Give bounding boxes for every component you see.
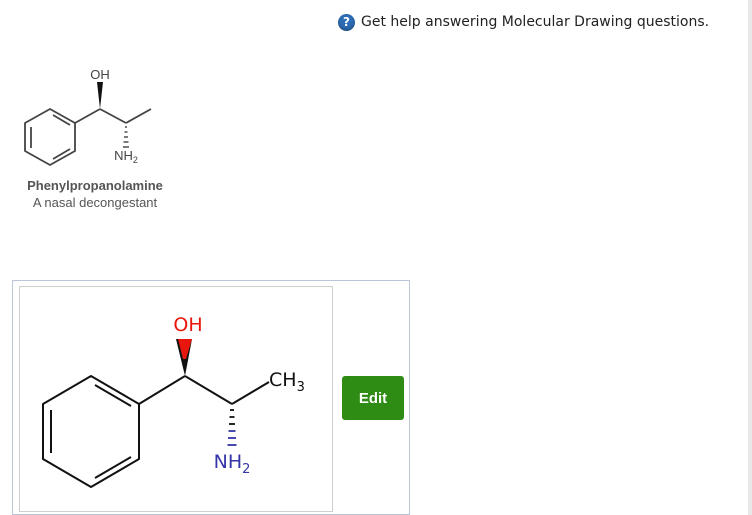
question-circle-icon: ? <box>338 13 355 31</box>
scrollbar[interactable] <box>748 0 752 515</box>
hash-bond-nh2 <box>227 409 237 446</box>
help-link[interactable]: ? Get help answering Molecular Drawing q… <box>338 12 709 32</box>
benzene-ring <box>42 375 140 488</box>
ref-benzene-ring <box>24 108 76 166</box>
reference-caption: Phenylpropanolamine A nasal decongestant <box>10 178 180 210</box>
ref-wedge-bond <box>97 82 103 109</box>
drawing-canvas[interactable]: OH CH3 NH2 <box>19 286 333 512</box>
ref-nh2-label: NH2 <box>114 148 138 165</box>
ref-oh-label: OH <box>90 67 110 82</box>
molecule-drawing-panel: OH CH3 NH2 Edit <box>12 280 410 515</box>
molecule-description: A nasal decongestant <box>32 195 158 210</box>
ch3-label: CH3 <box>269 369 305 395</box>
molecule-name: Phenylpropanolamine <box>27 178 163 193</box>
nh2-label: NH2 <box>214 451 251 477</box>
help-link-text: Get help answering Molecular Drawing que… <box>361 14 710 30</box>
reference-structure: OH NH2 <box>24 67 152 166</box>
drawn-structure: OH CH3 NH2 <box>42 314 305 488</box>
ref-hash-bond <box>123 126 129 148</box>
oh-label: OH <box>173 314 202 336</box>
edit-button[interactable]: Edit <box>342 376 404 420</box>
